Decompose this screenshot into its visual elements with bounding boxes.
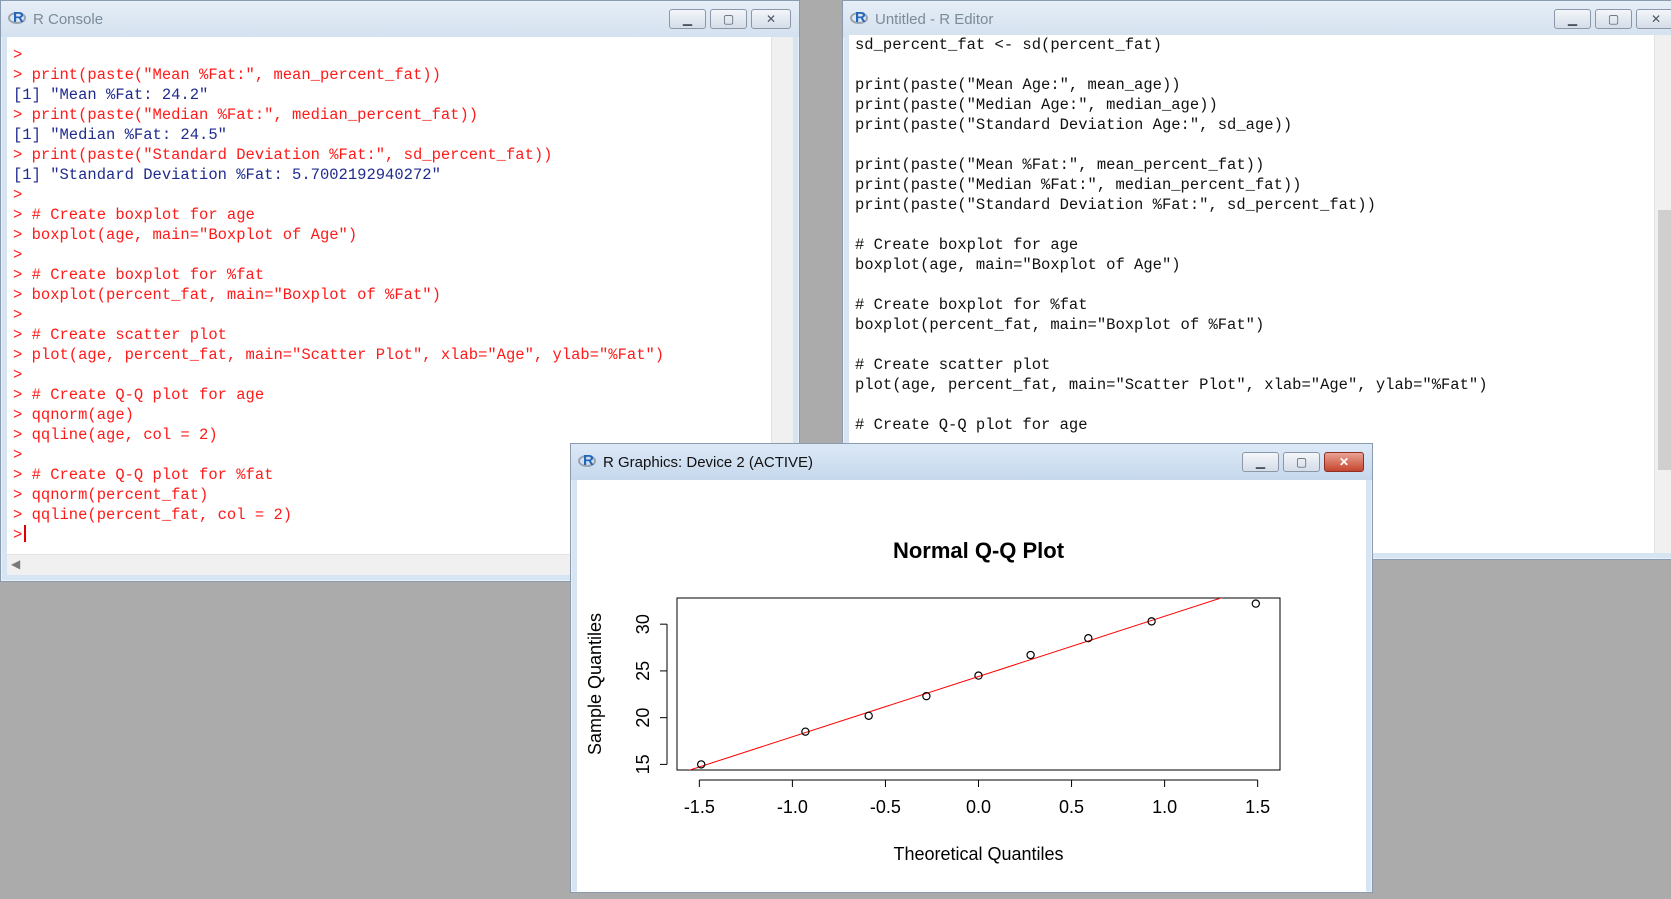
r-logo-icon: R: [578, 452, 598, 470]
console-command-line: >: [13, 306, 23, 324]
editor-line: print(paste("Mean Age:", mean_age)): [855, 76, 1181, 94]
console-output-line: [1] "Standard Deviation %Fat: 5.70021929…: [13, 166, 441, 184]
console-command-line: > # Create scatter plot: [13, 326, 227, 344]
console-command-line: > qqnorm(percent_fat): [13, 486, 209, 504]
x-axis-label: Theoretical Quantiles: [893, 844, 1063, 864]
console-titlebar[interactable]: R R Console ▁ ▢ ✕: [1, 1, 799, 37]
console-prompt[interactable]: >: [13, 525, 664, 545]
x-tick-label: -1.0: [777, 797, 808, 817]
x-tick-label: 0.5: [1059, 797, 1084, 817]
editor-line: print(paste("Median %Fat:", median_perce…: [855, 176, 1302, 194]
console-command-line: >: [13, 366, 23, 384]
console-command-line: > # Create boxplot for age: [13, 206, 255, 224]
x-tick-label: 0.0: [966, 797, 991, 817]
editor-titlebar[interactable]: R Untitled - R Editor ▁ ▢ ✕: [843, 1, 1671, 37]
console-command-line: >: [13, 246, 23, 264]
console-command-line: >: [13, 46, 23, 64]
console-command-line: > # Create Q-Q plot for %fat: [13, 466, 274, 484]
plot-frame: [676, 597, 1281, 771]
editor-line: print(paste("Median Age:", median_age)): [855, 96, 1218, 114]
text-cursor: [24, 525, 27, 542]
console-command-line: >: [13, 186, 23, 204]
console-command-line: >: [13, 446, 23, 464]
editor-line: # Create boxplot for %fat: [855, 296, 1088, 314]
editor-line: # Create boxplot for age: [855, 236, 1079, 254]
editor-line: sd_percent_fat <- sd(percent_fat): [855, 36, 1162, 54]
editor-line: boxplot(percent_fat, main="Boxplot of %F…: [855, 316, 1265, 334]
r-logo-icon: R: [850, 9, 870, 27]
maximize-button[interactable]: ▢: [1283, 452, 1320, 472]
editor-line: print(paste("Mean %Fat:", mean_percent_f…: [855, 156, 1265, 174]
close-button[interactable]: ✕: [1636, 9, 1671, 29]
console-command-line: > boxplot(percent_fat, main="Boxplot of …: [13, 286, 441, 304]
console-command-line: > qqline(age, col = 2): [13, 426, 218, 444]
editor-vertical-scrollbar[interactable]: [1654, 35, 1671, 553]
console-text: > > print(paste("Mean %Fat:", mean_percen…: [13, 45, 664, 545]
data-point: [1251, 599, 1261, 608]
console-command-line: > plot(age, percent_fat, main="Scatter P…: [13, 346, 665, 364]
console-command-line: > qqline(percent_fat, col = 2): [13, 506, 293, 524]
x-tick-label: -1.5: [684, 797, 715, 817]
editor-line: plot(age, percent_fat, main="Scatter Plo…: [855, 376, 1488, 394]
minimize-button[interactable]: ▁: [1554, 9, 1591, 29]
y-axis-label: Sample Quantiles: [585, 613, 605, 755]
scroll-left-arrow-icon[interactable]: ◀: [11, 557, 20, 571]
r-graphics-window[interactable]: R R Graphics: Device 2 (ACTIVE) ▁ ▢ ✕ No…: [570, 443, 1373, 893]
prompt-symbol: >: [13, 526, 23, 544]
graphics-titlebar[interactable]: R R Graphics: Device 2 (ACTIVE) ▁ ▢ ✕: [571, 444, 1372, 480]
console-title: R Console: [33, 10, 104, 28]
editor-line: boxplot(age, main="Boxplot of Age"): [855, 256, 1181, 274]
qq-plot-area: Normal Q-Q Plot -1.5 -1.0 -0.5 0.0 0.5 1.0 1.5 T…: [577, 480, 1366, 892]
console-command-line: > print(paste("Median %Fat:", median_per…: [13, 106, 479, 124]
console-command-line: > qqnorm(age): [13, 406, 134, 424]
r-logo-icon: R: [8, 9, 28, 27]
y-tick-label: 15: [633, 754, 653, 774]
qq-plot: Normal Q-Q Plot -1.5 -1.0 -0.5 0.0 0.5 1.0 1.5 T…: [585, 538, 1281, 864]
maximize-button[interactable]: ▢: [1595, 9, 1632, 29]
data-point: [864, 711, 873, 720]
y-tick-label: 20: [633, 708, 653, 728]
editor-line: print(paste("Standard Deviation %Fat:", …: [855, 196, 1376, 214]
minimize-button[interactable]: ▁: [1242, 452, 1279, 472]
editor-title: Untitled - R Editor: [875, 10, 994, 28]
console-command-line: > boxplot(age, main="Boxplot of Age"): [13, 226, 358, 244]
x-tick-label: 1.0: [1152, 797, 1177, 817]
editor-text: sd_percent_fat <- sd(percent_fat) print(…: [855, 35, 1488, 435]
console-command-line: > # Create Q-Q plot for age: [13, 386, 265, 404]
chart-title: Normal Q-Q Plot: [893, 538, 1065, 563]
data-point: [1026, 650, 1035, 660]
close-button[interactable]: ✕: [751, 9, 791, 29]
y-tick-label: 30: [633, 614, 653, 634]
console-command-line: > # Create boxplot for %fat: [13, 266, 265, 284]
y-tick-label: 25: [633, 661, 653, 681]
x-tick-label: 1.5: [1245, 797, 1270, 817]
editor-line: # Create Q-Q plot for age: [855, 416, 1088, 434]
console-command-line: > print(paste("Mean %Fat:", mean_percent…: [13, 66, 441, 84]
console-output-line: [1] "Mean %Fat: 24.2": [13, 86, 209, 104]
editor-line: print(paste("Standard Deviation Age:", s…: [855, 116, 1293, 134]
minimize-button[interactable]: ▁: [669, 9, 706, 29]
editor-line: # Create scatter plot: [855, 356, 1051, 374]
console-output-line: [1] "Median %Fat: 24.5": [13, 126, 227, 144]
scrollbar-thumb[interactable]: [1658, 210, 1671, 470]
qq-reference-line: [688, 598, 1223, 770]
data-point: [696, 760, 706, 769]
close-button[interactable]: ✕: [1324, 452, 1364, 472]
console-command-line: > print(paste("Standard Deviation %Fat:"…: [13, 146, 553, 164]
graphics-title: R Graphics: Device 2 (ACTIVE): [603, 453, 814, 471]
maximize-button[interactable]: ▢: [710, 9, 747, 29]
x-tick-label: -0.5: [870, 797, 901, 817]
